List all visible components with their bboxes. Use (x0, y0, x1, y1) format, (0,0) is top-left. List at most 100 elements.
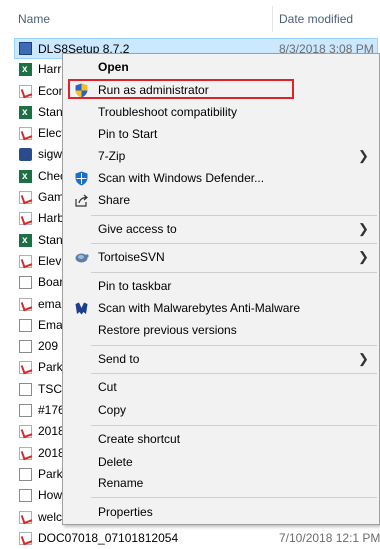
file-name: How (38, 488, 63, 503)
file-name: sigw (38, 147, 63, 162)
document-icon (19, 382, 32, 396)
menu-item-delete[interactable]: Delete (63, 451, 379, 473)
pdf-icon (19, 446, 32, 460)
menu-item-tortoisesvn[interactable]: TortoiseSVN ❯ (63, 246, 379, 268)
menu-separator (91, 272, 377, 273)
file-name: Boar (38, 275, 64, 290)
menu-item-label: Cut (98, 380, 117, 394)
excel-icon (19, 59, 32, 80)
menu-item-create-shortcut[interactable]: Create shortcut (63, 428, 379, 450)
menu-item-copy[interactable]: Copy (63, 399, 379, 421)
excel-icon (19, 230, 32, 251)
menu-item-run-as-administrator[interactable]: Run as administrator (63, 79, 379, 101)
menu-separator (91, 373, 377, 374)
file-name: 2018 (38, 424, 65, 439)
menu-item-label: Rename (98, 476, 144, 490)
pdf-icon (19, 361, 32, 375)
menu-item-7zip[interactable]: 7-Zip ❯ (63, 145, 379, 167)
app-icon (19, 148, 32, 162)
menu-item-label: Share (98, 193, 131, 207)
menu-item-label: Pin to Start (98, 127, 158, 141)
file-date: 7/10/2018 12:1 PM (279, 530, 380, 545)
chevron-right-icon: ❯ (358, 148, 369, 163)
menu-item-label: Pin to taskbar (98, 279, 172, 293)
file-name: Park (38, 360, 63, 375)
file-name: Ema (38, 317, 63, 332)
menu-item-give-access-to[interactable]: Give access to ❯ (63, 218, 379, 240)
file-name: Stan (38, 232, 63, 247)
windows-defender-icon (74, 171, 89, 186)
pdf-icon (19, 510, 32, 524)
excel-icon (19, 166, 32, 187)
tortoise-icon (74, 250, 89, 265)
menu-item-send-to[interactable]: Send to ❯ (63, 348, 379, 370)
menu-item-label: 7-Zip (98, 149, 126, 163)
file-name: Stan (38, 104, 63, 119)
uac-shield-icon (74, 83, 89, 98)
menu-separator (91, 345, 377, 346)
pdf-icon (19, 531, 32, 545)
menu-item-label: Troubleshoot compatibility (98, 105, 237, 119)
menu-item-rename[interactable]: Rename (63, 472, 379, 494)
menu-item-scan-windows-defender[interactable]: Scan with Windows Defender... (63, 167, 379, 189)
menu-item-pin-to-taskbar[interactable]: Pin to taskbar (63, 275, 379, 297)
menu-separator (91, 243, 377, 244)
menu-item-label: Restore previous versions (98, 323, 237, 337)
menu-item-pin-to-start[interactable]: Pin to Start (63, 123, 379, 145)
document-icon (19, 318, 32, 332)
file-row[interactable]: DOC07018_07101812054 7/10/2018 12:1 PM (0, 528, 380, 549)
menu-item-label: Create shortcut (98, 432, 181, 446)
chevron-right-icon: ❯ (358, 249, 369, 264)
pdf-icon (19, 191, 32, 205)
name-column-header[interactable]: Name (18, 12, 50, 26)
menu-item-label: Open (98, 60, 129, 74)
menu-separator (91, 497, 377, 498)
malwarebytes-icon (74, 301, 89, 316)
menu-item-properties[interactable]: Properties (63, 501, 379, 523)
menu-item-label: Properties (98, 505, 153, 519)
menu-item-label: Give access to (98, 222, 177, 236)
menu-item-scan-malwarebytes[interactable]: Scan with Malwarebytes Anti-Malware (63, 297, 379, 319)
menu-item-share[interactable]: Share (63, 189, 379, 211)
pdf-icon (19, 297, 32, 311)
pdf-icon (19, 425, 32, 439)
file-name: 2018 (38, 445, 65, 460)
document-icon (19, 404, 32, 418)
column-divider[interactable] (272, 6, 273, 32)
document-icon (19, 489, 32, 503)
installer-icon (19, 42, 32, 55)
document-icon (19, 467, 32, 481)
document-icon (19, 276, 32, 290)
menu-item-label: Send to (98, 352, 140, 366)
menu-item-cut[interactable]: Cut (63, 376, 379, 398)
pdf-icon (19, 212, 32, 226)
file-name: Gam (38, 190, 65, 205)
pdf-icon (19, 127, 32, 141)
share-icon (74, 193, 89, 208)
document-icon (19, 340, 32, 354)
menu-item-troubleshoot-compatibility[interactable]: Troubleshoot compatibility (63, 101, 379, 123)
file-name: Harr (38, 62, 62, 77)
file-list-header: Name Date modified (0, 0, 380, 34)
chevron-right-icon: ❯ (358, 351, 369, 366)
file-name: DOC07018_07101812054 (38, 530, 179, 545)
menu-item-label: Delete (98, 455, 133, 469)
file-name: welc (38, 509, 63, 524)
chevron-right-icon: ❯ (358, 221, 369, 236)
menu-item-label: TortoiseSVN (98, 250, 165, 264)
excel-icon (19, 102, 32, 123)
menu-item-open[interactable]: Open (63, 56, 379, 78)
menu-item-restore-previous-versions[interactable]: Restore previous versions (63, 319, 379, 341)
menu-separator (91, 215, 377, 216)
menu-item-label: Scan with Windows Defender... (98, 171, 265, 185)
menu-item-label: Run as administrator (98, 83, 209, 97)
file-name: Harb (38, 211, 65, 226)
file-name: Park (38, 466, 63, 481)
date-modified-column-header[interactable]: Date modified (279, 12, 353, 26)
menu-item-label: Copy (98, 403, 127, 417)
menu-separator (91, 425, 377, 426)
pdf-icon (19, 84, 32, 98)
context-menu: Open Run as administrator Troubleshoot c… (62, 53, 380, 525)
file-name: Elect (38, 126, 65, 141)
menu-item-label: Scan with Malwarebytes Anti-Malware (98, 301, 301, 315)
